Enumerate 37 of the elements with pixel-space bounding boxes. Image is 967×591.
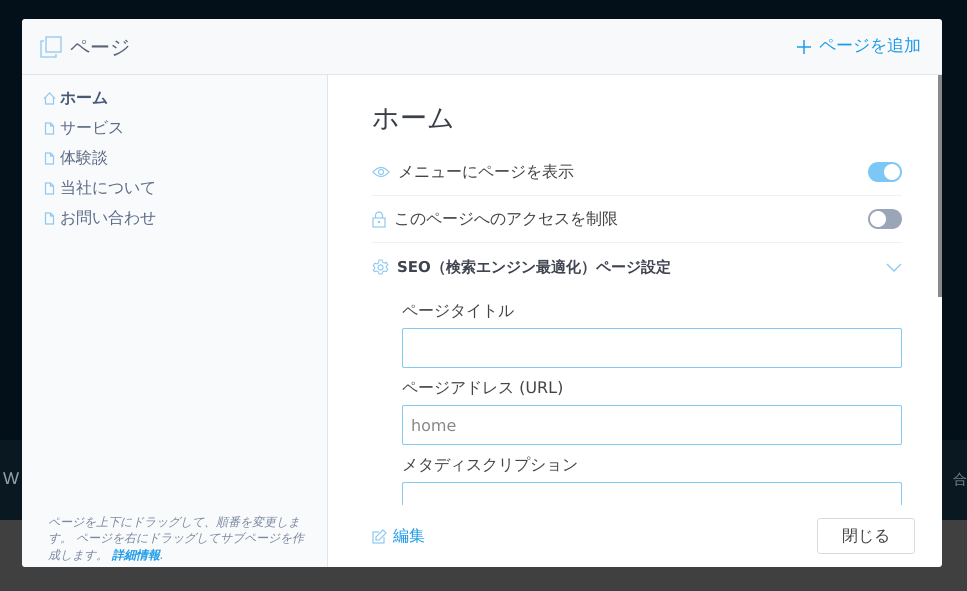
- page-icon: [43, 212, 56, 224]
- sidebar-item[interactable]: 体験談: [60, 146, 108, 170]
- lock-icon: [372, 210, 386, 228]
- toggle-switch[interactable]: [868, 162, 902, 182]
- page-icon: [43, 152, 56, 164]
- pencil-icon: [372, 528, 387, 544]
- eye-icon: [372, 166, 390, 178]
- plus-icon: [797, 40, 811, 54]
- close-button[interactable]: 閉じる: [817, 518, 915, 554]
- edit-link[interactable]: 編集: [372, 524, 425, 548]
- sidebar-hint: ページを上下にドラッグして、順番を変更します。 ページを右にドラッグしてサブページを作成します。 詳細情報.: [47, 514, 306, 564]
- sidebar-item[interactable]: ホーム: [60, 86, 108, 110]
- setting-label: このページへのアクセスを制限: [394, 208, 619, 230]
- settings-icon: [372, 258, 389, 276]
- chevron-icon[interactable]: [886, 262, 902, 272]
- toggle-switch[interactable]: [868, 209, 902, 230]
- setting-label: メニューにページを表示: [398, 161, 575, 184]
- scrollbar[interactable]: [938, 75, 942, 297]
- input-field[interactable]: home: [402, 405, 902, 446]
- page-icon: [43, 122, 56, 134]
- field-label: ページタイトル: [402, 300, 515, 322]
- sidebar-item[interactable]: お問い合わせ: [60, 206, 156, 230]
- sidebar-item[interactable]: 当社について: [60, 176, 156, 200]
- dialog-title: ページ: [70, 34, 130, 60]
- more-info-link[interactable]: 詳細情報: [112, 548, 160, 562]
- background-text: W: [3, 468, 20, 490]
- sidebar-item[interactable]: サービス: [60, 116, 124, 140]
- page-heading: ホーム: [372, 103, 456, 136]
- page-icon: [43, 182, 56, 194]
- pages-icon: [40, 36, 62, 58]
- add-page-button[interactable]: ページを追加: [797, 34, 921, 60]
- home-icon: [43, 92, 56, 104]
- input-field[interactable]: [402, 328, 902, 368]
- background-text: 合: [953, 471, 967, 490]
- field-label: メタディスクリプション: [402, 454, 579, 476]
- field-label: ページアドレス (URL): [402, 377, 564, 400]
- section-header[interactable]: SEO（検索エンジン最適化）ページ設定: [397, 256, 878, 279]
